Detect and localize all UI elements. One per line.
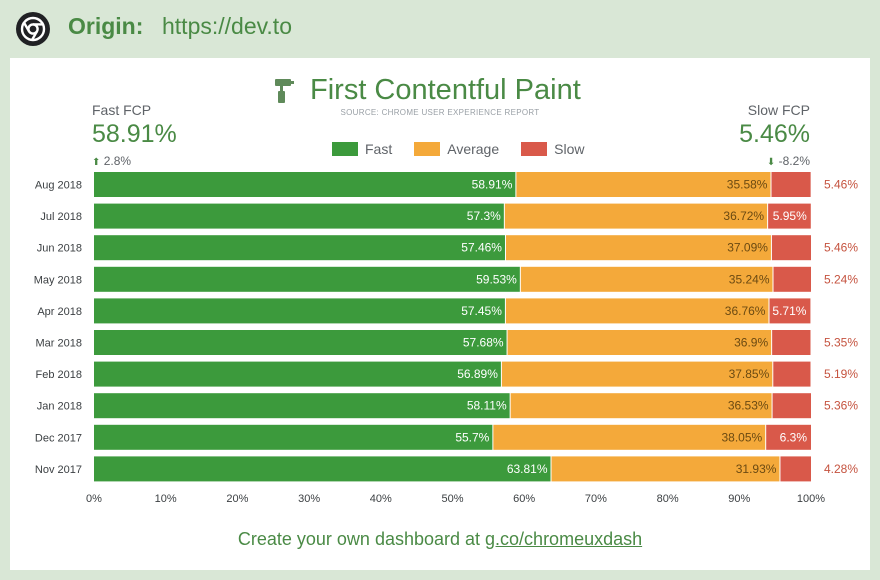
data-label-average: 37.09% (727, 241, 768, 255)
bar-segment-fast (94, 298, 505, 324)
footer-text: Create your own dashboard at g.co/chrome… (10, 529, 870, 550)
chrome-logo-icon (16, 12, 50, 46)
bar-segment-fast (94, 330, 507, 355)
dashboard-link[interactable]: g.co/chromeuxdash (485, 529, 642, 549)
x-tick-label: 80% (657, 493, 679, 505)
bar-segment-fast (94, 393, 510, 419)
data-label-average: 35.24% (729, 272, 770, 286)
category-label: Nov 2017 (35, 464, 82, 476)
category-label: Apr 2018 (37, 306, 82, 318)
data-label-fast: 56.89% (457, 367, 498, 381)
data-label-slow: 5.71% (772, 304, 806, 318)
footer-prefix: Create your own dashboard at (237, 529, 486, 549)
data-label-average: 38.05% (721, 430, 762, 444)
category-label: May 2018 (34, 274, 82, 286)
data-label-average: 36.76% (725, 304, 766, 318)
bar-segment-fast (94, 203, 504, 229)
x-tick-label: 30% (298, 493, 320, 505)
data-label-slow-outside: 4.28% (824, 462, 858, 476)
data-label-average: 36.72% (723, 209, 764, 223)
data-label-fast: 55.7% (455, 430, 489, 444)
x-tick-label: 40% (370, 493, 392, 505)
category-label: Jul 2018 (40, 211, 82, 223)
x-tick-label: 70% (585, 493, 607, 505)
data-label-average: 31.93% (736, 462, 777, 476)
bar-segment-fast (94, 172, 516, 197)
data-label-fast: 57.3% (467, 209, 501, 223)
category-label: Aug 2018 (35, 180, 82, 192)
bar-segment-slow (780, 456, 811, 482)
category-label: Feb 2018 (36, 369, 82, 381)
data-label-fast: 57.68% (463, 336, 504, 350)
data-label-fast: 59.53% (476, 272, 517, 286)
data-label-slow-outside: 5.46% (824, 241, 858, 255)
origin-header: Origin: https://dev.to (0, 0, 880, 58)
bar-segment-slow (772, 393, 811, 419)
bar-segment-average (507, 330, 772, 355)
x-tick-label: 0% (86, 493, 102, 505)
x-tick-label: 10% (155, 493, 177, 505)
x-tick-label: 20% (226, 493, 248, 505)
data-label-fast: 58.91% (472, 178, 513, 192)
data-label-fast: 58.11% (467, 399, 507, 413)
data-label-slow-outside: 5.36% (824, 399, 858, 413)
data-label-fast: 57.45% (461, 304, 502, 318)
bar-segment-fast (94, 456, 551, 482)
bar-segment-slow (773, 361, 811, 387)
stacked-bar-chart: Aug 2018 58.91% 35.58% 5.46% Jul 2018 57.3% 36… (34, 172, 858, 505)
bar-segment-slow (771, 172, 811, 197)
bar-segment-slow (771, 235, 811, 261)
data-label-slow-outside: 5.35% (824, 336, 858, 350)
data-label-slow-outside: 5.24% (824, 272, 858, 286)
origin-label: Origin: (68, 13, 144, 39)
origin-url[interactable]: https://dev.to (162, 13, 292, 40)
data-label-average: 36.53% (728, 399, 769, 413)
chart-card: First Contentful Paint SOURCE: CHROME US… (10, 58, 870, 570)
category-label: Mar 2018 (36, 338, 82, 350)
data-label-slow: 6.3% (780, 430, 808, 444)
data-label-fast: 57.46% (461, 241, 502, 255)
data-label-slow: 5.95% (773, 209, 807, 223)
data-label-slow-outside: 5.19% (824, 367, 858, 381)
data-label-average: 36.9% (734, 336, 768, 350)
bar-segment-fast (94, 361, 501, 387)
data-label-average: 35.58% (727, 178, 768, 192)
x-tick-label: 90% (728, 493, 750, 505)
data-label-average: 37.85% (729, 367, 770, 381)
x-tick-label: 100% (797, 493, 825, 505)
bar-segment-slow (772, 330, 811, 355)
data-label-slow-outside: 5.46% (824, 178, 858, 192)
category-label: Dec 2017 (35, 432, 82, 444)
category-label: Jun 2018 (37, 243, 82, 255)
bar-segment-fast (94, 424, 493, 450)
x-tick-label: 60% (513, 493, 535, 505)
bar-segment-slow (773, 266, 811, 292)
bar-segment-fast (94, 235, 505, 261)
category-label: Jan 2018 (37, 401, 82, 413)
data-label-fast: 63.81% (507, 462, 548, 476)
x-tick-label: 50% (441, 493, 463, 505)
bar-segment-fast (94, 266, 520, 292)
